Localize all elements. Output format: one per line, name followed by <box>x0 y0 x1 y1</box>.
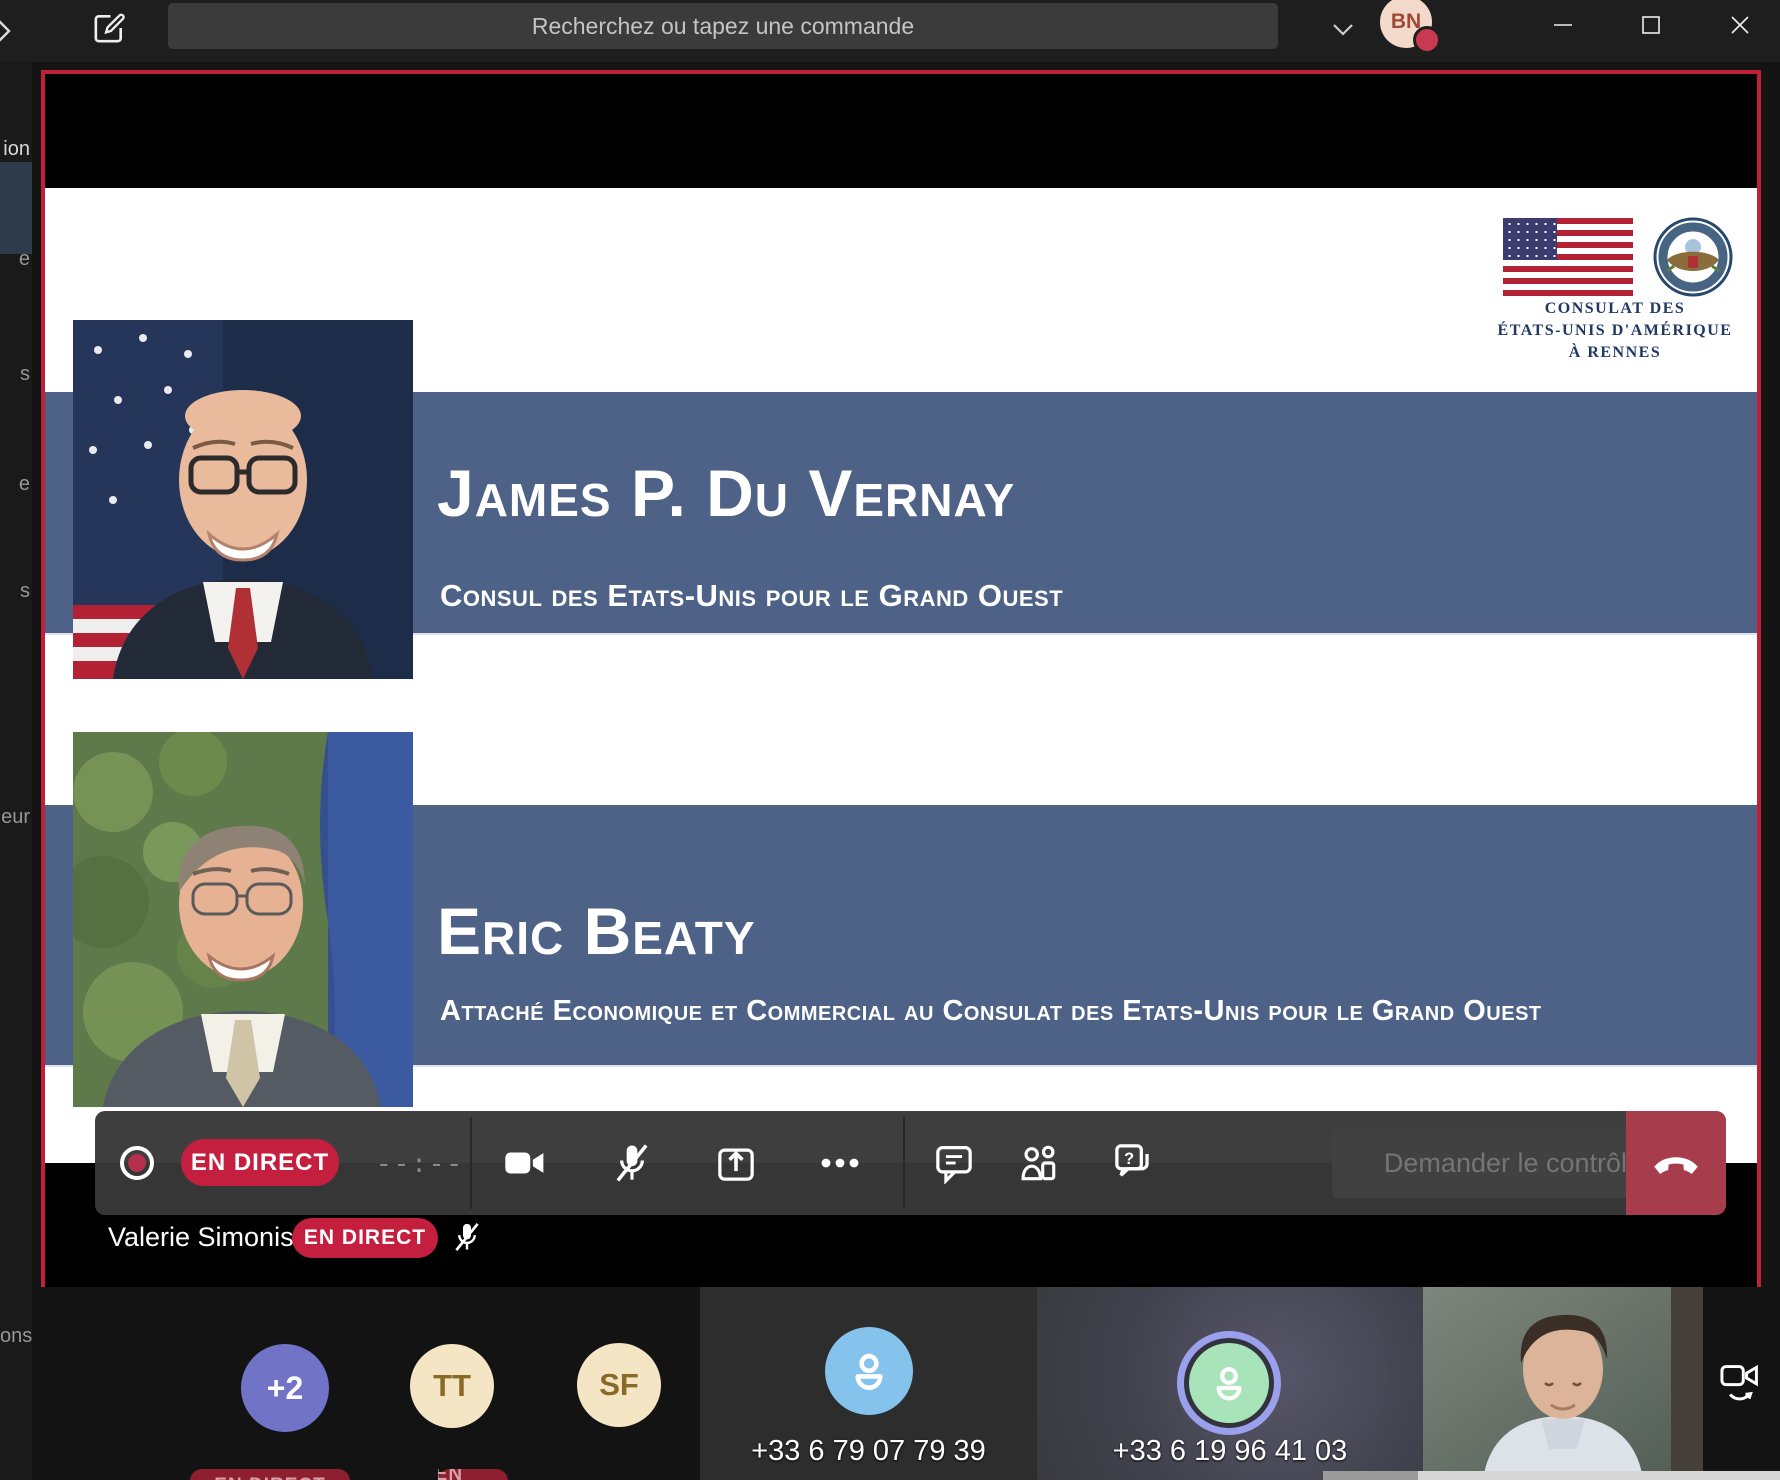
chat-button[interactable] <box>932 1141 976 1185</box>
status-busy-dot <box>1413 26 1441 54</box>
speaker1-title: Consul des Etats-Unis pour le Grand Oues… <box>440 578 1063 614</box>
sidebar-item-0[interactable]: ion <box>0 138 30 161</box>
teams-window: BN ion e s e s eur ons <box>0 0 1780 1480</box>
chevron-down-icon[interactable] <box>1330 22 1356 38</box>
video-participant-feed <box>1423 1287 1703 1480</box>
sidebar-item-5[interactable]: eur <box>0 806 30 829</box>
hang-up-button[interactable] <box>1626 1111 1726 1215</box>
control-separator <box>903 1117 905 1209</box>
share-screen-button[interactable] <box>714 1141 758 1185</box>
sidebar-item-3[interactable]: e <box>0 473 30 496</box>
sidebar-item-4[interactable]: s <box>0 580 30 603</box>
phone-avatar-icon <box>825 1327 913 1415</box>
hang-up-icon <box>1650 1148 1702 1178</box>
state-department-seal <box>1652 216 1734 298</box>
us-flag-canton <box>1503 218 1557 260</box>
phone-number: +33 6 79 07 79 39 <box>700 1435 1037 1468</box>
overflow-participants-avatar[interactable]: +2 <box>241 1344 329 1432</box>
live-badge: EN DIRECT <box>181 1139 339 1186</box>
speaker2-name: Eric Beaty <box>437 893 756 969</box>
record-indicator-icon <box>118 1144 156 1182</box>
presenter-mic-muted-icon <box>452 1220 482 1254</box>
participant-avatar-sf[interactable]: SF <box>577 1343 661 1427</box>
presenter-name: Valerie Simonis <box>108 1222 294 1253</box>
minimize-button[interactable] <box>1531 0 1595 50</box>
compose-icon[interactable] <box>90 8 128 48</box>
title-bar: BN <box>0 0 1780 62</box>
phone-number: +33 6 19 96 41 03 <box>1037 1435 1423 1468</box>
maximize-button[interactable] <box>1619 0 1683 50</box>
logo-text-line3: À RENNES <box>1495 344 1735 362</box>
speaker2-photo <box>73 732 413 1107</box>
video-participant-tile[interactable] <box>1423 1287 1703 1480</box>
participant-avatar-tt[interactable]: TT <box>410 1344 494 1428</box>
phone-participant-tile-speaking[interactable]: +33 6 19 96 41 03 <box>1037 1287 1423 1480</box>
chevron-right-icon[interactable] <box>0 16 15 46</box>
speaker1-photo <box>73 320 413 679</box>
camera-button[interactable] <box>503 1141 547 1185</box>
call-timer: --:-- <box>376 1150 464 1180</box>
mic-muted-button[interactable] <box>610 1141 654 1185</box>
phone-avatar-icon-speaking <box>1189 1343 1269 1423</box>
more-options-button[interactable] <box>818 1141 862 1185</box>
control-separator <box>470 1117 472 1209</box>
window-edge-strip <box>1323 1471 1780 1480</box>
phone-participant-tile[interactable]: +33 6 79 07 79 39 <box>700 1287 1037 1480</box>
rail-active-highlight <box>0 162 32 254</box>
participants-button[interactable] <box>1016 1141 1060 1185</box>
logo-text-line2: ÉTATS-UNIS D'AMÉRIQUE <box>1495 322 1735 340</box>
svg-text:?: ? <box>1124 1150 1134 1168</box>
search-input[interactable] <box>168 3 1278 49</box>
clipped-live-badge: EN DIRECT <box>190 1469 350 1480</box>
app-rail <box>0 62 32 1480</box>
speaker2-title: Attaché Economique et Commercial au Cons… <box>440 995 1542 1028</box>
clipped-live-badge: EN DIRECT <box>438 1469 508 1480</box>
sidebar-item-6[interactable]: ons <box>0 1325 30 1348</box>
close-button[interactable] <box>1708 0 1772 50</box>
presenter-live-badge: EN DIRECT <box>292 1218 438 1258</box>
switch-camera-icon[interactable] <box>1718 1360 1762 1406</box>
sidebar-item-2[interactable]: s <box>0 363 30 386</box>
speaker1-name: James P. Du Vernay <box>437 455 1015 531</box>
qa-button[interactable]: ? <box>1112 1141 1156 1185</box>
logo-text-line1: CONSULAT DES <box>1495 300 1735 318</box>
sidebar-item-1[interactable]: e <box>0 248 30 271</box>
